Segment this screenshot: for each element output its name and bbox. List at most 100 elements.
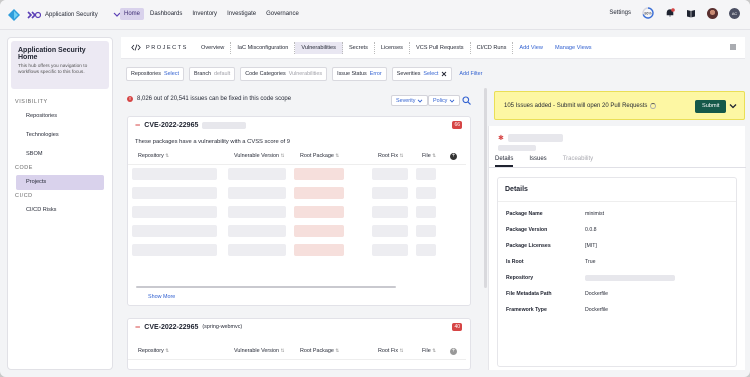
vertical-scrollbar[interactable]: [484, 88, 487, 288]
add-column-icon[interactable]: +: [450, 347, 457, 355]
table-row[interactable]: [128, 164, 466, 183]
redacted-text: [202, 121, 247, 129]
clear-filter-icon[interactable]: [441, 71, 447, 77]
cve-card-header[interactable]: − CVE-2022-22965: [128, 117, 470, 133]
filter-severities[interactable]: Severities Select: [391, 67, 453, 81]
user-photo-avatar[interactable]: [707, 7, 718, 19]
filter-bar: Repositories Select Branch default Code …: [126, 67, 482, 81]
tab-licenses[interactable]: Licenses: [375, 41, 410, 54]
issues-list: ! 8,026 out of 20,541 issues can be fixe…: [121, 88, 481, 370]
detail-row-package-name: Package Name minimist: [506, 211, 604, 217]
sidebar-item-repositories[interactable]: Repositories: [16, 109, 104, 124]
manage-views-link[interactable]: Manage Views: [549, 42, 598, 54]
table-row[interactable]: [128, 202, 466, 221]
projects-section: PROJECTS: [121, 44, 195, 51]
tab-vcs-pull-requests[interactable]: VCS Pull Requests: [410, 41, 471, 54]
tab-vulnerabilities[interactable]: Vulnerabilities: [295, 41, 343, 54]
score-gauge-icon[interactable]: 86%: [642, 7, 654, 19]
collapse-icon[interactable]: −: [135, 120, 140, 130]
table-row[interactable]: [128, 240, 466, 259]
notifications-bell-icon[interactable]: [665, 8, 675, 18]
nav-tab-inventory[interactable]: Inventory: [188, 8, 221, 20]
detail-key: Package Name: [506, 211, 543, 217]
policy-select[interactable]: Policy: [428, 95, 461, 106]
details-card: Details Package Name minimist Package Ver…: [497, 177, 737, 367]
column-header-root-package[interactable]: Root Package ⇅: [290, 344, 368, 360]
main-nav-tabs: Home Dashboards Inventory Investigate Go…: [120, 8, 303, 20]
severity-select[interactable]: Severity: [391, 95, 429, 106]
column-header-root-fix[interactable]: Root Fix ⇅: [368, 149, 412, 165]
tab-details[interactable]: Details: [495, 156, 514, 167]
redacted-cell: [416, 224, 436, 237]
table-row[interactable]: [128, 183, 466, 202]
column-label: Root Package: [300, 348, 334, 355]
column-header-vulnerable-version[interactable]: Vulnerable Version ⇅: [224, 149, 290, 165]
column-header-file[interactable]: File ⇅: [412, 344, 444, 360]
sidebar-item-cicd-risks[interactable]: CI/CD Risks: [16, 203, 104, 218]
redacted-link-cell: [294, 243, 344, 256]
settings-link[interactable]: Settings: [609, 10, 631, 16]
filter-branch[interactable]: Branch default: [188, 67, 236, 81]
package-type-icon: ✱: [498, 135, 504, 142]
nav-tab-home[interactable]: Home: [120, 8, 145, 20]
cve-card-header[interactable]: − CVE-2022-22965 (spring-webmvc): [128, 319, 470, 335]
filter-repositories[interactable]: Repositories Select: [126, 67, 184, 81]
nav-tab-investigate[interactable]: Investigate: [223, 8, 260, 20]
app-logo-icon[interactable]: [8, 9, 20, 21]
search-icon[interactable]: [462, 96, 471, 105]
sidebar-item-technologies[interactable]: Technologies: [16, 128, 104, 143]
table-row[interactable]: [128, 221, 466, 240]
collapse-icon[interactable]: −: [135, 322, 140, 332]
tab-issues[interactable]: Issues: [529, 156, 546, 167]
policy-select-label: Policy: [433, 97, 448, 104]
chevron-down-icon[interactable]: [729, 102, 737, 110]
chevron-down-icon: [418, 98, 423, 103]
column-header-vulnerable-version[interactable]: Vulnerable Version ⇅: [224, 344, 290, 360]
sidebar-item-sbom[interactable]: SBOM: [16, 147, 104, 162]
sidebar-section-cicd: CI/CD: [15, 193, 33, 199]
app-switcher[interactable]: Application Security: [27, 9, 122, 21]
column-header-file[interactable]: File ⇅: [412, 149, 444, 165]
book-icon[interactable]: [686, 8, 696, 18]
column-header-repository[interactable]: Repository ⇅: [128, 149, 224, 165]
filter-issue-status[interactable]: Issue Status Error: [332, 67, 387, 81]
show-more-link[interactable]: Show More: [128, 294, 175, 300]
tab-secrets[interactable]: Secrets: [343, 41, 375, 54]
nav-tab-dashboards[interactable]: Dashboards: [146, 8, 186, 20]
horizontal-scrollbar[interactable]: [136, 286, 396, 288]
add-column-cell: +: [444, 344, 466, 360]
left-sidebar: Application Security Home This hub offer…: [7, 37, 113, 370]
column-header-root-package[interactable]: Root Package ⇅: [290, 149, 368, 165]
detail-row-is-root: Is Root True: [506, 259, 595, 265]
redacted-cell: [372, 224, 408, 237]
redacted-repository-value: [585, 275, 675, 281]
add-view-link[interactable]: Add View: [513, 42, 549, 54]
column-header-repository[interactable]: Repository ⇅: [128, 344, 224, 360]
redacted-cell: [132, 167, 217, 180]
detail-key: Framework Type: [506, 307, 547, 313]
add-filter-button[interactable]: Add Filter: [457, 67, 482, 81]
redacted-cell: [372, 167, 408, 180]
tab-overview[interactable]: Overview: [195, 41, 232, 54]
filter-code-categories[interactable]: Code Categories Vulnerabilities: [240, 67, 328, 81]
submit-button[interactable]: Submit: [695, 100, 727, 113]
hamburger-menu-icon[interactable]: [730, 44, 736, 50]
tab-traceability[interactable]: Traceability: [563, 156, 593, 167]
packages-table: Repository ⇅ Vulnerable Version ⇅ Root P…: [128, 344, 466, 360]
column-header-root-fix[interactable]: Root Fix ⇅: [368, 344, 412, 360]
tab-cicd-runs[interactable]: CI/CD Runs: [471, 41, 514, 54]
add-column-icon[interactable]: +: [450, 152, 457, 160]
user-initials-avatar[interactable]: AC: [729, 7, 740, 19]
error-icon: !: [127, 96, 133, 102]
tab-iac-misconfiguration[interactable]: IaC Misconfiguration: [231, 41, 296, 54]
detail-tabs: Details Issues Traceability: [489, 156, 746, 168]
nav-tab-governance[interactable]: Governance: [262, 8, 303, 20]
sort-icon: ⇅: [432, 153, 436, 159]
filter-value: Select: [163, 71, 179, 77]
packages-table: Repository ⇅ Vulnerable Version ⇅ Root P…: [128, 149, 466, 259]
sort-icon: ⇅: [399, 348, 404, 354]
detail-value: [MIT]: [585, 243, 597, 249]
redacted-link-cell: [294, 186, 344, 199]
sidebar-item-projects[interactable]: Projects: [16, 175, 104, 190]
table-header-row: Repository ⇅ Vulnerable Version ⇅ Root P…: [128, 344, 466, 360]
